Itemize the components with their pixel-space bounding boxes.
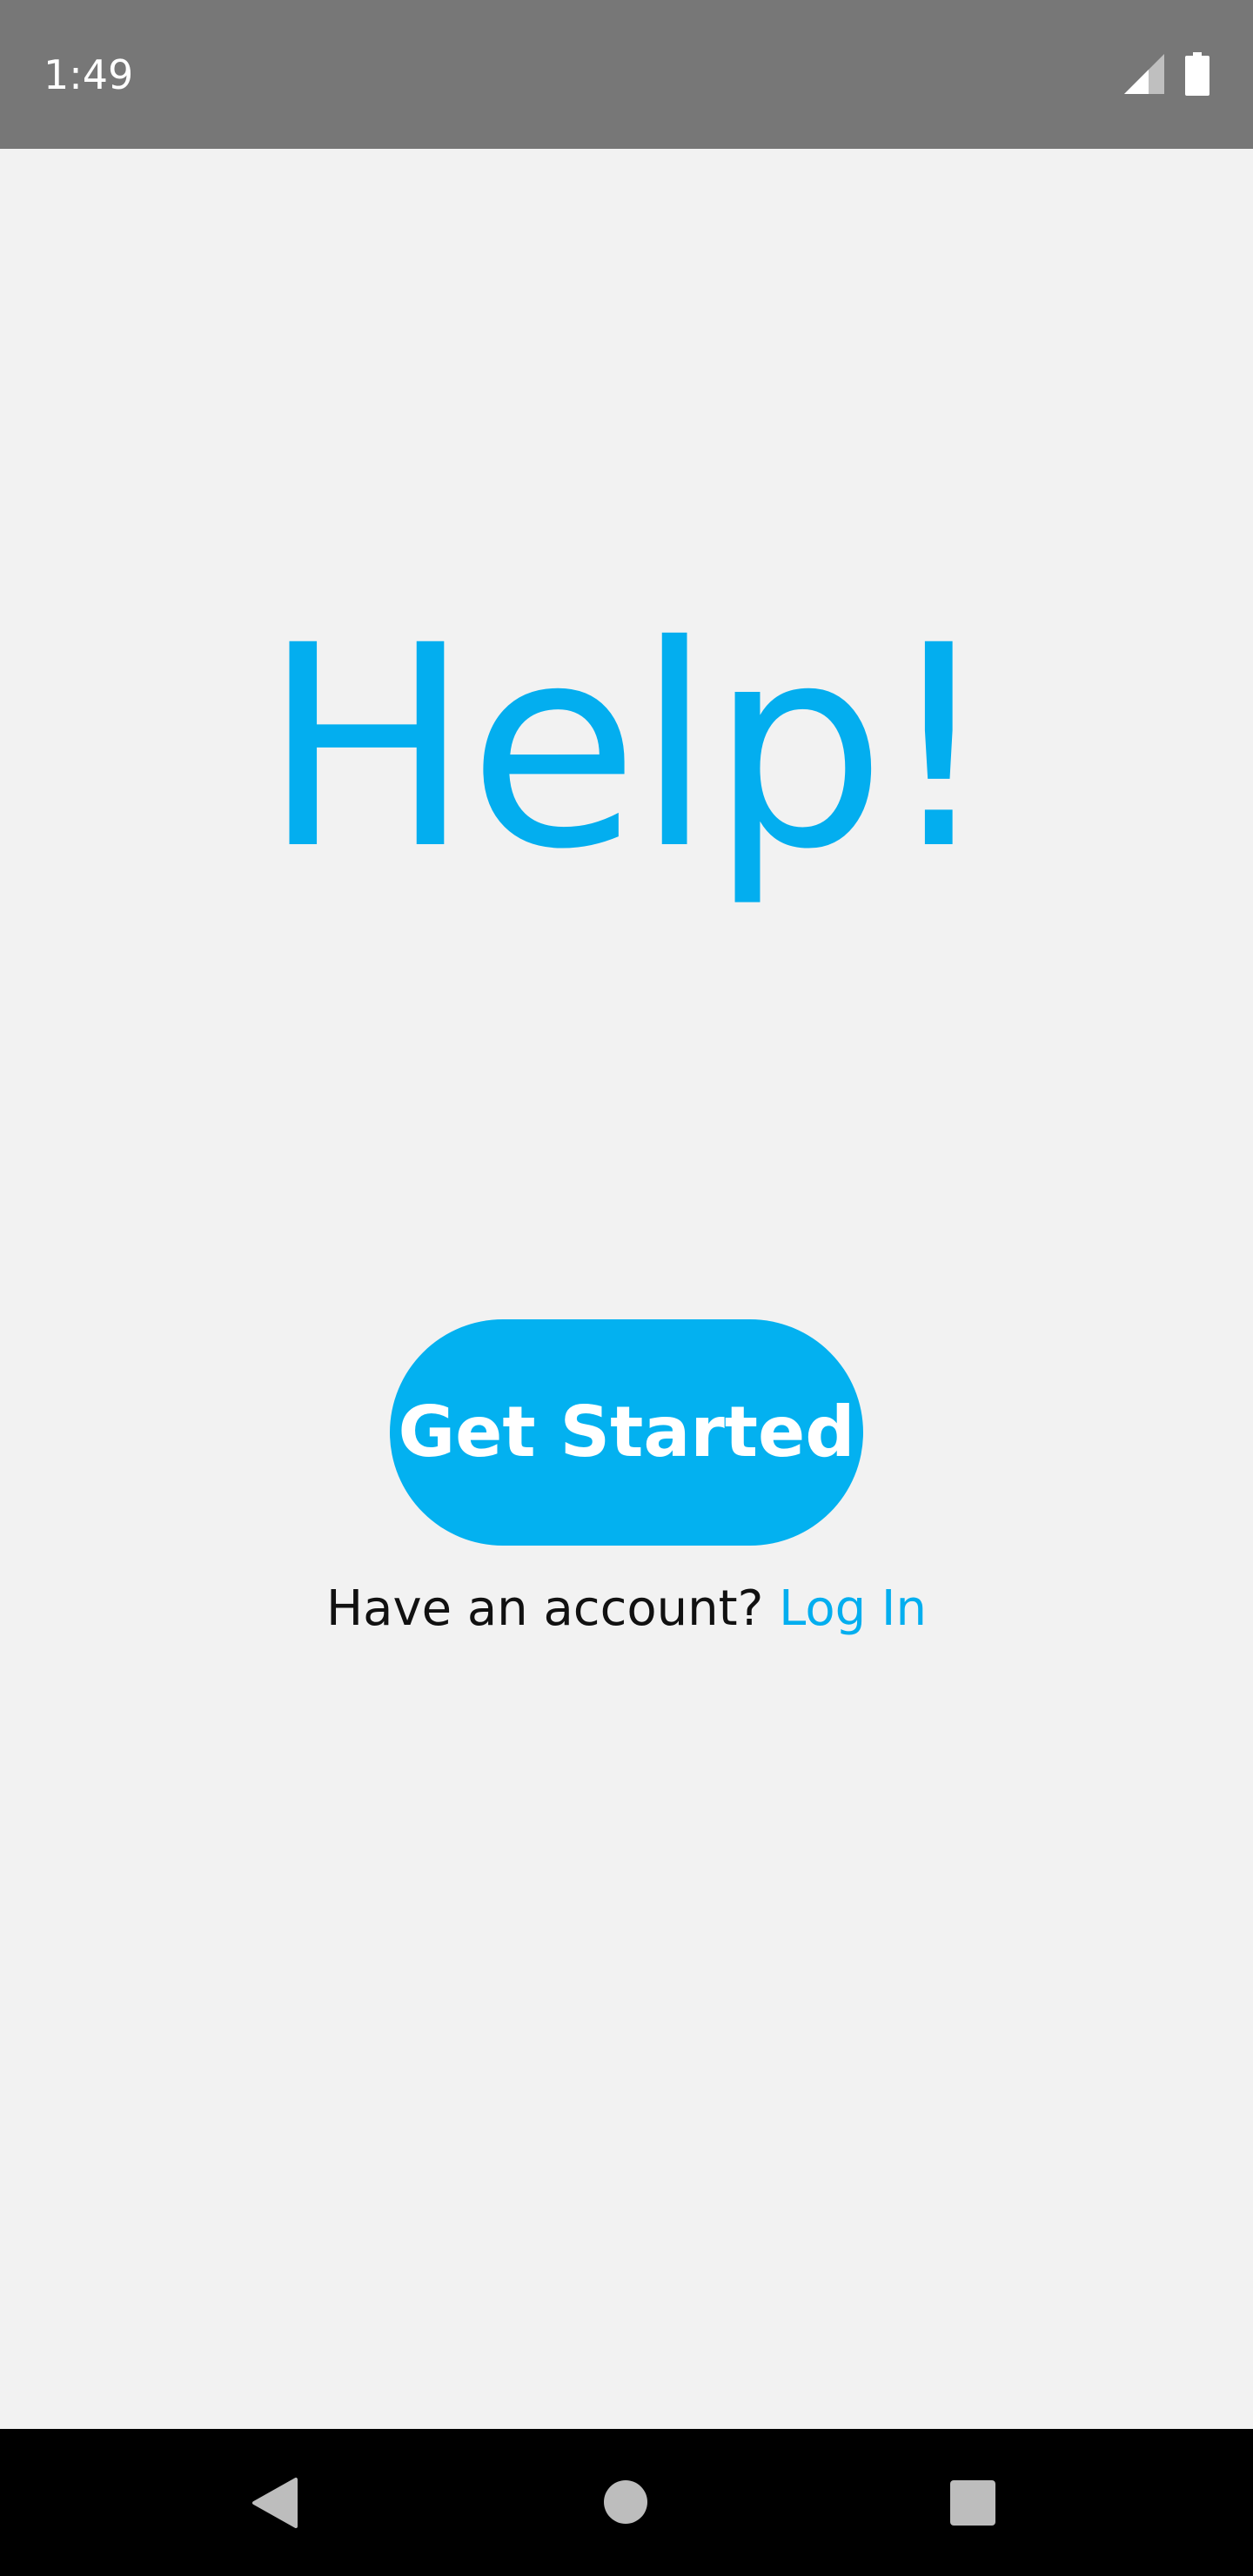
login-link[interactable]: Log In: [779, 1580, 927, 1637]
status-time: 1:49: [44, 51, 134, 98]
screen: 1:49 Help! Get Started Have an account? …: [0, 0, 1253, 2576]
back-icon[interactable]: [251, 2476, 299, 2530]
login-row: Have an account? Log In: [0, 1579, 1253, 1640]
login-prompt: Have an account?: [326, 1580, 764, 1637]
recents-icon[interactable]: [950, 2480, 995, 2526]
signal-icon: [1124, 54, 1164, 94]
get-started-button[interactable]: Get Started: [390, 1319, 863, 1546]
app-title: Help!: [262, 587, 995, 910]
status-bar: 1:49: [0, 0, 1253, 149]
battery-icon: [1185, 52, 1209, 96]
home-icon[interactable]: [604, 2480, 647, 2524]
